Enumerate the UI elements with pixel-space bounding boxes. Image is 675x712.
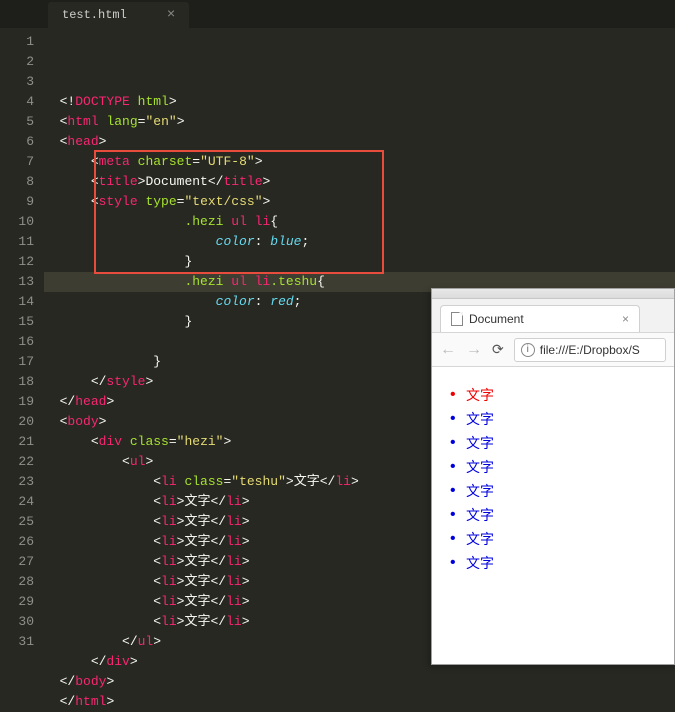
code-line[interactable]: .hezi ul li{ [44,212,675,232]
list-item: 文字 [466,431,664,455]
line-number: 17 [0,352,34,372]
line-number: 29 [0,592,34,612]
line-number: 25 [0,512,34,532]
list-item: 文字 [466,383,664,407]
list-item: 文字 [466,455,664,479]
editor-tab[interactable]: test.html × [48,2,189,28]
url-text: file:///E:/Dropbox/S [540,343,640,357]
line-number: 8 [0,172,34,192]
line-number: 7 [0,152,34,172]
reload-icon[interactable]: ⟳ [492,341,504,358]
tab-title: test.html [62,8,127,22]
code-line[interactable]: <head> [44,132,675,152]
line-number: 19 [0,392,34,412]
document-icon [451,312,463,326]
url-bar[interactable]: i file:///E:/Dropbox/S [514,338,666,362]
watermark: @51CTO博客 [592,642,667,659]
line-number: 3 [0,72,34,92]
line-number: 12 [0,252,34,272]
list-item: 文字 [466,551,664,575]
list-item: 文字 [466,527,664,551]
line-number: 16 [0,332,34,352]
browser-tab-title: Document [469,312,524,326]
code-line[interactable]: <style type="text/css"> [44,192,675,212]
list-item: 文字 [466,479,664,503]
browser-tab-bar: Document × [432,299,674,333]
close-icon[interactable]: × [622,312,629,326]
list-item: 文字 [466,503,664,527]
line-number: 30 [0,612,34,632]
code-line[interactable]: </body> [44,672,675,692]
line-number: 21 [0,432,34,452]
forward-icon[interactable]: → [466,341,482,359]
code-line[interactable]: color: blue; [44,232,675,252]
browser-window: Document × ← → ⟳ i file:///E:/Dropbox/S … [431,288,675,665]
line-number: 15 [0,312,34,332]
code-line[interactable]: <html lang="en"> [44,112,675,132]
editor-tab-bar: test.html × [0,0,675,28]
line-number: 28 [0,572,34,592]
line-number: 11 [0,232,34,252]
code-line[interactable]: <meta charset="UTF-8"> [44,152,675,172]
code-line[interactable]: <!DOCTYPE html> [44,92,675,112]
line-number: 23 [0,472,34,492]
line-number: 2 [0,52,34,72]
line-number: 31 [0,632,34,652]
code-line[interactable]: </html> [44,692,675,712]
line-number: 27 [0,552,34,572]
line-number: 1 [0,32,34,52]
browser-toolbar: ← → ⟳ i file:///E:/Dropbox/S [432,333,674,367]
line-number: 26 [0,532,34,552]
code-line[interactable]: } [44,252,675,272]
close-icon[interactable]: × [167,7,175,23]
line-number: 22 [0,452,34,472]
line-number: 10 [0,212,34,232]
list-item: 文字 [466,407,664,431]
info-icon: i [521,343,535,357]
rendered-list: 文字文字文字文字文字文字文字文字 [442,383,664,575]
line-number: 5 [0,112,34,132]
browser-titlebar [432,289,674,299]
line-number: 18 [0,372,34,392]
line-number-gutter: 1234567891011121314151617181920212223242… [0,28,44,665]
line-number: 24 [0,492,34,512]
code-line[interactable]: <title>Document</title> [44,172,675,192]
back-icon[interactable]: ← [440,341,456,359]
line-number: 14 [0,292,34,312]
line-number: 6 [0,132,34,152]
line-number: 9 [0,192,34,212]
line-number: 20 [0,412,34,432]
line-number: 13 [0,272,34,292]
line-number: 4 [0,92,34,112]
browser-tab[interactable]: Document × [440,305,640,332]
rendered-page: 文字文字文字文字文字文字文字文字 [432,367,674,664]
